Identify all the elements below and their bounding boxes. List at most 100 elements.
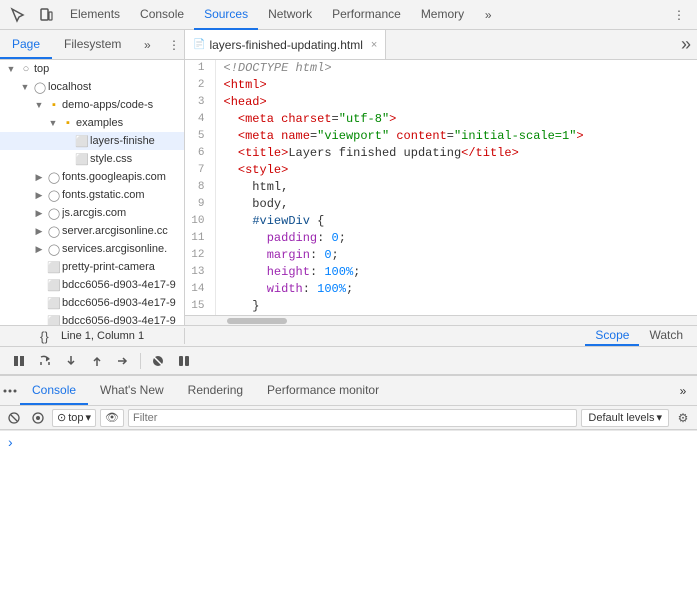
line-code[interactable]: <!DOCTYPE html> bbox=[215, 60, 697, 77]
line-code[interactable]: width: 100%; bbox=[215, 281, 697, 298]
tree-item-server-arcgis[interactable]: ▶ ◯ server.arcgisonline.cc bbox=[0, 222, 184, 240]
file-tab-close[interactable]: × bbox=[371, 39, 377, 51]
code-line-5: 5 <meta name="viewport" content="initial… bbox=[185, 128, 697, 145]
code-more-button[interactable]: » bbox=[675, 30, 697, 59]
tree-item-bdcc2[interactable]: ▶ ⬜ bdcc6056-d903-4e17-9 bbox=[0, 294, 184, 312]
line-number: 6 bbox=[185, 145, 215, 162]
tab-elements[interactable]: Elements bbox=[60, 0, 130, 30]
line-code[interactable]: <html> bbox=[215, 77, 697, 94]
line-code[interactable]: margin: 0; bbox=[215, 247, 697, 264]
tree-label-server-arcgis: server.arcgisonline.cc bbox=[62, 225, 168, 237]
line-code[interactable]: <title>Layers finished updating</title> bbox=[215, 145, 697, 162]
tree-label-top: top bbox=[34, 63, 49, 75]
console-filter-input[interactable] bbox=[128, 409, 577, 427]
step-out-button[interactable] bbox=[86, 350, 108, 372]
inspect-element-button[interactable] bbox=[4, 1, 32, 29]
console-tab-performance-monitor[interactable]: Performance monitor bbox=[255, 376, 391, 405]
code-hscroll bbox=[185, 315, 697, 325]
panel-tab-more[interactable]: » bbox=[133, 30, 161, 59]
console-area: Console What's New Rendering Performance… bbox=[0, 375, 697, 452]
code-line-15: 15 } bbox=[185, 298, 697, 315]
console-settings-button[interactable]: ⚙ bbox=[673, 408, 693, 428]
tab-more-button[interactable]: » bbox=[474, 0, 502, 30]
context-dropdown-arrow: ▾ bbox=[86, 411, 92, 424]
file-tab-area: 📄 layers-finished-updating.html × » bbox=[185, 30, 697, 59]
clear-console-button[interactable] bbox=[4, 408, 24, 428]
line-code[interactable]: padding: 0; bbox=[215, 230, 697, 247]
pause-on-exceptions-button[interactable] bbox=[173, 350, 195, 372]
tree-item-examples[interactable]: ▼ ▪ examples bbox=[0, 114, 184, 132]
prompt-chevron: › bbox=[8, 434, 13, 450]
tab-page[interactable]: Page bbox=[0, 30, 52, 59]
tab-memory[interactable]: Memory bbox=[411, 0, 474, 30]
console-tab-more[interactable]: » bbox=[669, 376, 697, 405]
console-panel-menu[interactable] bbox=[0, 376, 20, 405]
line-code[interactable]: <style> bbox=[215, 162, 697, 179]
line-code[interactable]: #viewDiv { bbox=[215, 213, 697, 230]
deactivate-breakpoints-button[interactable] bbox=[147, 350, 169, 372]
tree-item-demo-apps[interactable]: ▼ ▪ demo-apps/code-s bbox=[0, 96, 184, 114]
device-toolbar-button[interactable] bbox=[32, 1, 60, 29]
tab-network[interactable]: Network bbox=[258, 0, 322, 30]
panel-kebab-menu[interactable]: ⋮ bbox=[164, 30, 184, 59]
step-over-button[interactable] bbox=[34, 350, 56, 372]
code-line-14: 14 width: 100%; bbox=[185, 281, 697, 298]
code-line-2: 2<html> bbox=[185, 77, 697, 94]
tab-filesystem[interactable]: Filesystem bbox=[52, 30, 133, 59]
demo-apps-folder-icon: ▪ bbox=[46, 99, 62, 111]
tree-item-localhost[interactable]: ▼ ◯ localhost bbox=[0, 78, 184, 96]
tree-arrow-js-arcgis: ▶ bbox=[32, 208, 46, 219]
step-into-button[interactable] bbox=[60, 350, 82, 372]
line-code[interactable]: body, bbox=[215, 196, 697, 213]
line-code[interactable]: } bbox=[215, 298, 697, 315]
tree-item-fonts-googleapis[interactable]: ▶ ◯ fonts.googleapis.com bbox=[0, 168, 184, 186]
devtools-more-button[interactable]: ⋮ bbox=[665, 1, 693, 29]
line-code[interactable]: html, bbox=[215, 179, 697, 196]
console-input[interactable] bbox=[17, 435, 689, 449]
log-levels-selector[interactable]: Default levels ▾ bbox=[581, 409, 669, 427]
code-line-13: 13 height: 100%; bbox=[185, 264, 697, 281]
watch-tab[interactable]: Watch bbox=[639, 326, 693, 346]
tree-item-bdcc1[interactable]: ▶ ⬜ bdcc6056-d903-4e17-9 bbox=[0, 276, 184, 294]
tab-performance[interactable]: Performance bbox=[322, 0, 411, 30]
pause-resume-button[interactable] bbox=[8, 350, 30, 372]
line-code[interactable]: <head> bbox=[215, 94, 697, 111]
tree-item-layers-html[interactable]: ▶ ⬜ layers-finishe bbox=[0, 132, 184, 150]
line-number: 7 bbox=[185, 162, 215, 179]
line-code[interactable]: <meta name="viewport" content="initial-s… bbox=[215, 128, 697, 145]
tree-item-js-arcgis[interactable]: ▶ ◯ js.arcgis.com bbox=[0, 204, 184, 222]
scope-tab[interactable]: Scope bbox=[585, 326, 639, 346]
code-editor[interactable]: 1<!DOCTYPE html>2<html>3<head>4 <meta ch… bbox=[185, 60, 697, 315]
code-hscroll-thumb bbox=[227, 318, 287, 324]
file-tab-icon: 📄 bbox=[193, 39, 205, 50]
top-icon: ○ bbox=[18, 63, 34, 75]
eye-icon-button[interactable]: 👁 bbox=[100, 409, 124, 427]
console-tab-rendering[interactable]: Rendering bbox=[176, 376, 255, 405]
tree-item-top[interactable]: ▼ ○ top bbox=[0, 60, 184, 78]
filter-toggle-button[interactable] bbox=[28, 408, 48, 428]
tree-arrow-demo: ▼ bbox=[32, 100, 46, 110]
tab-console[interactable]: Console bbox=[130, 0, 194, 30]
line-number: 1 bbox=[185, 60, 215, 77]
tree-item-bdcc3[interactable]: ▶ ⬜ bdcc6056-d903-4e17-9 bbox=[0, 312, 184, 325]
context-selector[interactable]: ⊙ top ▾ bbox=[52, 409, 96, 427]
tree-arrow-examples: ▼ bbox=[46, 118, 60, 128]
position-indicator: {} Line 1, Column 1 bbox=[40, 328, 144, 344]
console-tab-console[interactable]: Console bbox=[20, 376, 88, 405]
dbg-sep bbox=[140, 353, 141, 369]
tree-arrow-server-arcgis: ▶ bbox=[32, 226, 46, 237]
line-code[interactable]: height: 100%; bbox=[215, 264, 697, 281]
tree-arrow-top: ▼ bbox=[4, 64, 18, 74]
tree-item-services-arcgis[interactable]: ▶ ◯ services.arcgisonline. bbox=[0, 240, 184, 258]
tab-sources[interactable]: Sources bbox=[194, 0, 258, 30]
tree-label-style-css: style.css bbox=[90, 153, 132, 165]
console-tab-whats-new[interactable]: What's New bbox=[88, 376, 176, 405]
step-button[interactable] bbox=[112, 350, 134, 372]
tree-item-style-css[interactable]: ▶ ⬜ style.css bbox=[0, 150, 184, 168]
file-tab-active[interactable]: 📄 layers-finished-updating.html × bbox=[185, 30, 386, 59]
tree-item-pretty-print[interactable]: ▶ ⬜ pretty-print-camera bbox=[0, 258, 184, 276]
tree-label-pretty-print: pretty-print-camera bbox=[62, 261, 155, 273]
tree-item-fonts-gstatic[interactable]: ▶ ◯ fonts.gstatic.com bbox=[0, 186, 184, 204]
line-code[interactable]: <meta charset="utf-8"> bbox=[215, 111, 697, 128]
fonts-googleapis-icon: ◯ bbox=[46, 171, 62, 184]
